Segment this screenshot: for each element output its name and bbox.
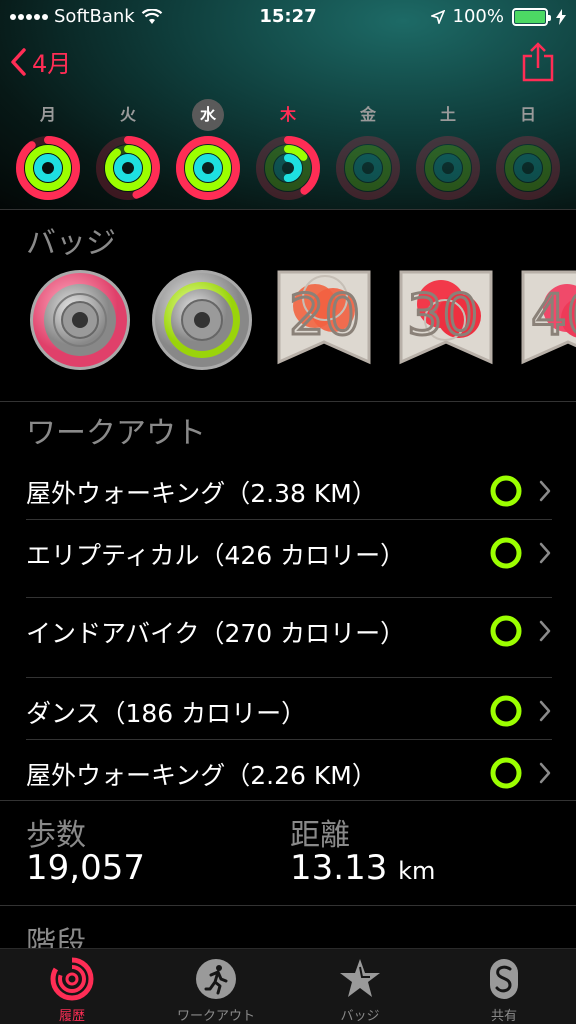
- battery-percent: 100%: [452, 6, 504, 27]
- day-label: 火: [119, 105, 136, 124]
- workout-label: ダンス（186 カロリー）: [26, 699, 307, 728]
- tab-sharing[interactable]: 共有: [432, 949, 576, 1024]
- divider: [0, 905, 576, 906]
- workout-40-badge[interactable]: 40: [519, 268, 576, 374]
- badges-carousel[interactable]: 20 30 40: [28, 268, 576, 374]
- stand-ring: [114, 154, 142, 182]
- day-label: 水: [192, 99, 224, 131]
- workout-ring-icon: [490, 475, 522, 507]
- back-label: 4月: [32, 50, 72, 78]
- share-button[interactable]: [522, 42, 554, 86]
- chevron-right-icon: [539, 700, 551, 722]
- activity-rings-icon: [50, 957, 94, 1001]
- workout-ring-icon: [490, 537, 522, 569]
- steps-value: 19,057: [26, 848, 145, 888]
- distance-value: 13.13 km: [290, 848, 435, 888]
- divider: [0, 800, 576, 801]
- stand-ring-track: [354, 154, 382, 182]
- workout-ring-icon: [490, 615, 522, 647]
- exercise-goal-medal-badge[interactable]: [150, 268, 254, 374]
- day-column[interactable]: 月: [8, 98, 88, 206]
- activity-rings: [336, 136, 400, 200]
- activity-rings: [416, 136, 480, 200]
- divider: [0, 209, 576, 210]
- workout-20-badge[interactable]: 20: [275, 268, 373, 374]
- tab-badges[interactable]: バッジ: [288, 949, 432, 1024]
- day-column[interactable]: 日: [488, 98, 568, 206]
- activity-rings: [16, 136, 80, 200]
- stand-ring: [194, 154, 222, 182]
- day-column[interactable]: 金: [328, 98, 408, 206]
- stand-ring-track: [514, 154, 542, 182]
- distance-number: 13.13: [290, 848, 388, 888]
- share-icon: [522, 42, 554, 82]
- chevron-left-icon: [11, 47, 26, 76]
- day-label: 月: [39, 105, 56, 124]
- workout-row[interactable]: 屋外ウォーキング（2.38 KM）: [0, 458, 576, 520]
- stand-ring: [34, 154, 62, 182]
- chevron-right-icon: [539, 542, 551, 564]
- activity-rings: [496, 136, 560, 200]
- move-goal-medal-badge[interactable]: [28, 268, 132, 374]
- activity-rings: [96, 136, 160, 200]
- workouts-title: ワークアウト: [26, 416, 206, 451]
- tab-workouts-label: ワークアウト: [176, 1009, 255, 1024]
- chevron-right-icon: [539, 480, 551, 502]
- day-column[interactable]: 火: [88, 98, 168, 206]
- workout-row[interactable]: 屋外ウォーキング（2.26 KM）: [0, 740, 576, 802]
- chevron-right-icon: [539, 620, 551, 642]
- day-column[interactable]: 木: [248, 98, 328, 206]
- status-bar: SoftBank 15:27 100%: [0, 0, 576, 34]
- workout-label: インドアバイク（270 カロリー）: [26, 619, 406, 648]
- workout-ring-icon: [490, 695, 522, 727]
- running-figure-icon: [196, 959, 236, 999]
- chevron-right-icon: [539, 762, 551, 784]
- svg-text:20: 20: [289, 283, 360, 348]
- sharing-s-icon: [490, 959, 518, 999]
- location-arrow-icon: [430, 9, 445, 24]
- tab-history[interactable]: 履歴: [0, 949, 144, 1024]
- workout-row[interactable]: ダンス（186 カロリー）: [0, 678, 576, 740]
- svg-text:40: 40: [531, 283, 576, 348]
- workout-row[interactable]: インドアバイク（270 カロリー）: [0, 598, 576, 660]
- svg-text:30: 30: [407, 283, 478, 348]
- day-column[interactable]: 土: [408, 98, 488, 206]
- workout-label: エリプティカル（426 カロリー）: [26, 541, 406, 570]
- activity-rings: [256, 136, 320, 200]
- workout-30-badge[interactable]: 30: [397, 268, 495, 374]
- day-label: 日: [519, 105, 536, 124]
- tab-badges-label: バッジ: [340, 1009, 380, 1024]
- workout-label: 屋外ウォーキング（2.26 KM）: [26, 761, 377, 790]
- workout-row[interactable]: エリプティカル（426 カロリー）: [0, 520, 576, 582]
- stand-ring-track: [434, 154, 462, 182]
- tab-workouts[interactable]: ワークアウト: [144, 949, 288, 1024]
- day-label: 木: [279, 105, 296, 124]
- workout-ring-icon: [490, 757, 522, 789]
- battery-icon: [512, 7, 551, 26]
- tab-bar: 履歴 ワークアウト バッジ 共有: [0, 948, 576, 1024]
- star-badge-icon: [340, 959, 380, 997]
- tab-history-label: 履歴: [58, 1009, 85, 1024]
- day-column[interactable]: 水: [168, 98, 248, 206]
- week-strip: 月火水木金土日: [8, 98, 568, 206]
- tab-sharing-label: 共有: [490, 1009, 517, 1024]
- charging-bolt-icon: [556, 8, 566, 25]
- workout-label: 屋外ウォーキング（2.38 KM）: [26, 479, 377, 508]
- day-label: 土: [439, 105, 456, 124]
- activity-rings: [176, 136, 240, 200]
- divider: [0, 401, 576, 402]
- distance-unit: km: [398, 857, 436, 885]
- badges-title: バッジ: [26, 226, 116, 261]
- back-button[interactable]: 4月: [10, 44, 71, 79]
- day-label: 金: [359, 105, 376, 124]
